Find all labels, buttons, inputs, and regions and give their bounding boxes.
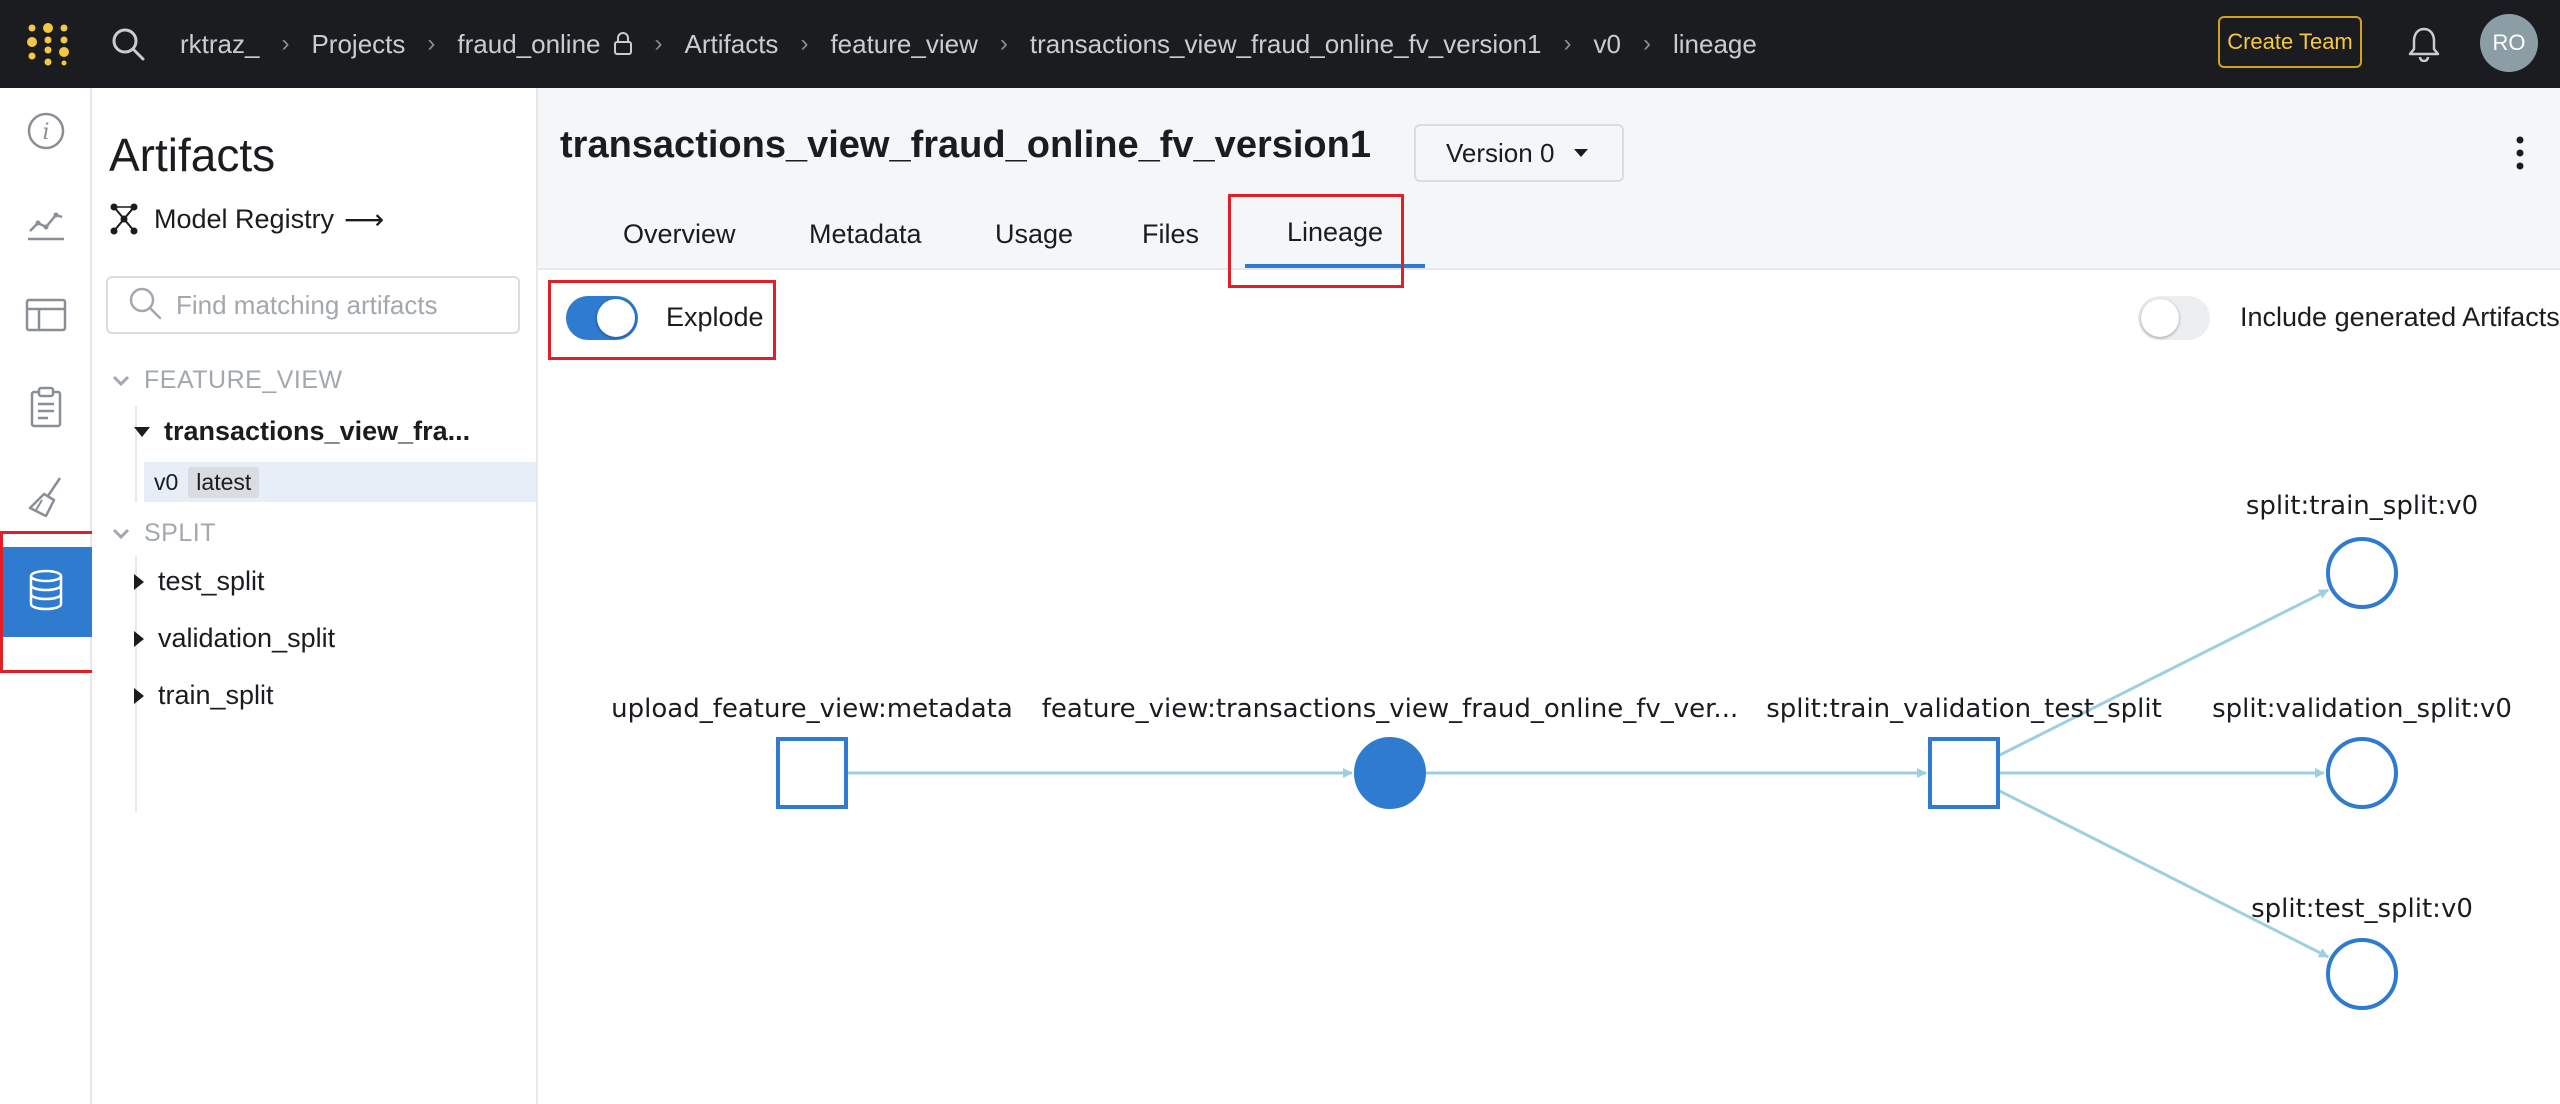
rail-charts[interactable] bbox=[0, 180, 92, 270]
caret-down-icon bbox=[134, 426, 150, 437]
rail-artifacts[interactable] bbox=[0, 547, 92, 637]
table-icon bbox=[25, 297, 67, 338]
breadcrumb-project-label: fraud_online bbox=[457, 28, 601, 59]
artifact-search-input[interactable] bbox=[176, 289, 506, 321]
lineage-node-run[interactable]: split:train_validation_test_split bbox=[1766, 694, 2162, 809]
chevron-down-icon bbox=[112, 375, 130, 387]
broom-icon bbox=[26, 476, 66, 523]
chart-icon bbox=[26, 203, 66, 248]
run-node-square[interactable] bbox=[1928, 737, 2000, 809]
breadcrumb-artifact-name[interactable]: transactions_view_fraud_online_fv_versio… bbox=[1030, 29, 1542, 60]
main-panel: transactions_view_fraud_online_fv_versio… bbox=[538, 88, 2560, 1104]
lineage-nodes: upload_feature_view:metadata feature_view… bbox=[611, 491, 2512, 1010]
breadcrumb-entity[interactable]: rktraz_ bbox=[180, 29, 259, 60]
artifacts-sidebar: Artifacts Model Registry ⟶ FEATURE_VIEW … bbox=[92, 88, 538, 1104]
artifact-node-circle[interactable] bbox=[2326, 737, 2398, 809]
lineage-node-label: upload_feature_view:metadata bbox=[611, 694, 1013, 724]
tree-item-label: test_split bbox=[158, 566, 265, 596]
clipboard-icon bbox=[28, 386, 64, 433]
artifact-node-circle[interactable] bbox=[1354, 737, 1426, 809]
bell-icon[interactable] bbox=[2402, 22, 2446, 66]
group-header-feature-view[interactable]: FEATURE_VIEW bbox=[112, 366, 343, 395]
tree-item-label: validation_split bbox=[158, 623, 336, 653]
group-header-label: FEATURE_VIEW bbox=[144, 366, 343, 394]
breadcrumb-chevron-icon: › bbox=[281, 30, 290, 57]
tree-item-validation-split[interactable]: validation_split bbox=[134, 623, 336, 654]
group-header-label: SPLIT bbox=[144, 519, 216, 547]
lineage-node-run[interactable]: upload_feature_view:metadata bbox=[611, 694, 1013, 809]
tree-item-train-split[interactable]: train_split bbox=[134, 680, 274, 711]
lineage-node-artifact[interactable]: split:train_split:v0 bbox=[2246, 491, 2478, 609]
breadcrumb-projects[interactable]: Projects bbox=[311, 29, 405, 60]
database-icon bbox=[27, 568, 65, 617]
breadcrumb-artifact-type[interactable]: feature_view bbox=[830, 29, 977, 60]
rail-table[interactable] bbox=[0, 272, 92, 362]
lineage-node-artifact[interactable]: split:test_split:v0 bbox=[2251, 894, 2473, 1010]
lineage-node-label: split:train_validation_test_split bbox=[1766, 694, 2162, 724]
breadcrumb-chevron-icon: › bbox=[427, 30, 436, 57]
lock-icon bbox=[613, 32, 633, 56]
breadcrumb-version[interactable]: v0 bbox=[1594, 29, 1621, 60]
caret-right-icon bbox=[134, 687, 144, 704]
tree-item-label: train_split bbox=[158, 680, 274, 710]
caret-right-icon bbox=[134, 630, 144, 647]
info-icon: i bbox=[26, 111, 66, 156]
chevron-down-icon bbox=[112, 528, 130, 540]
create-team-button[interactable]: Create Team bbox=[2218, 16, 2362, 68]
lineage-node-label: split:train_split:v0 bbox=[2246, 491, 2478, 521]
version-row-v0[interactable]: v0 latest bbox=[144, 462, 536, 502]
model-registry-icon bbox=[108, 202, 140, 236]
sidebar-title: Artifacts bbox=[109, 129, 276, 181]
breadcrumb-chevron-icon: › bbox=[654, 30, 663, 57]
top-bar: rktraz_ › Projects › fraud_online › Arti… bbox=[0, 0, 2560, 88]
rail-overview[interactable]: i bbox=[0, 88, 92, 178]
wandb-logo-icon[interactable] bbox=[26, 22, 70, 66]
model-registry-label: Model Registry bbox=[154, 203, 335, 234]
breadcrumb-project[interactable]: fraud_online bbox=[457, 29, 632, 60]
rail-sweeps[interactable] bbox=[0, 454, 92, 544]
rail-reports[interactable] bbox=[0, 364, 92, 454]
breadcrumb-chevron-icon: › bbox=[999, 30, 1008, 57]
lineage-node-artifact[interactable]: split:validation_split:v0 bbox=[2212, 694, 2512, 809]
breadcrumb-chevron-icon: › bbox=[1563, 30, 1572, 57]
model-registry-link[interactable]: Model Registry ⟶ bbox=[108, 202, 384, 236]
tree-item-feature-view[interactable]: transactions_view_fra... bbox=[134, 416, 471, 447]
avatar[interactable]: RO bbox=[2480, 14, 2538, 72]
svg-text:i: i bbox=[42, 120, 49, 145]
lineage-edge bbox=[1993, 786, 2329, 959]
tree-item-label: transactions_view_fra... bbox=[164, 416, 471, 446]
breadcrumb: rktraz_ › Projects › fraud_online › Arti… bbox=[180, 0, 1757, 88]
artifact-search-box[interactable] bbox=[106, 276, 520, 334]
artifact-node-circle[interactable] bbox=[2326, 537, 2398, 609]
version-label: v0 bbox=[154, 468, 179, 495]
run-node-square[interactable] bbox=[776, 737, 848, 809]
tree-item-test-split[interactable]: test_split bbox=[134, 566, 265, 597]
group-header-split[interactable]: SPLIT bbox=[112, 519, 216, 548]
search-icon bbox=[128, 286, 162, 325]
lineage-node-artifact-selected[interactable]: feature_view:transactions_view_fraud_onl… bbox=[1042, 694, 1738, 809]
breadcrumb-chevron-icon: › bbox=[1642, 30, 1651, 57]
lineage-node-label: split:test_split:v0 bbox=[2251, 894, 2473, 924]
version-alias-badge: latest bbox=[188, 466, 260, 498]
lineage-node-label: feature_view:transactions_view_fraud_onl… bbox=[1042, 694, 1738, 724]
caret-right-icon bbox=[134, 573, 144, 590]
breadcrumb-chevron-icon: › bbox=[800, 30, 809, 57]
lineage-node-label: split:validation_split:v0 bbox=[2212, 694, 2512, 724]
left-rail: i bbox=[0, 88, 92, 1104]
breadcrumb-page[interactable]: lineage bbox=[1673, 29, 1757, 60]
artifact-node-circle[interactable] bbox=[2326, 938, 2398, 1010]
breadcrumb-artifacts[interactable]: Artifacts bbox=[685, 29, 779, 60]
lineage-edges bbox=[846, 588, 2329, 959]
search-icon[interactable] bbox=[106, 22, 150, 66]
arrow-right-icon: ⟶ bbox=[344, 203, 385, 235]
lineage-graph[interactable]: upload_feature_view:metadata feature_view… bbox=[538, 88, 2560, 1104]
lineage-edge bbox=[1993, 588, 2329, 760]
